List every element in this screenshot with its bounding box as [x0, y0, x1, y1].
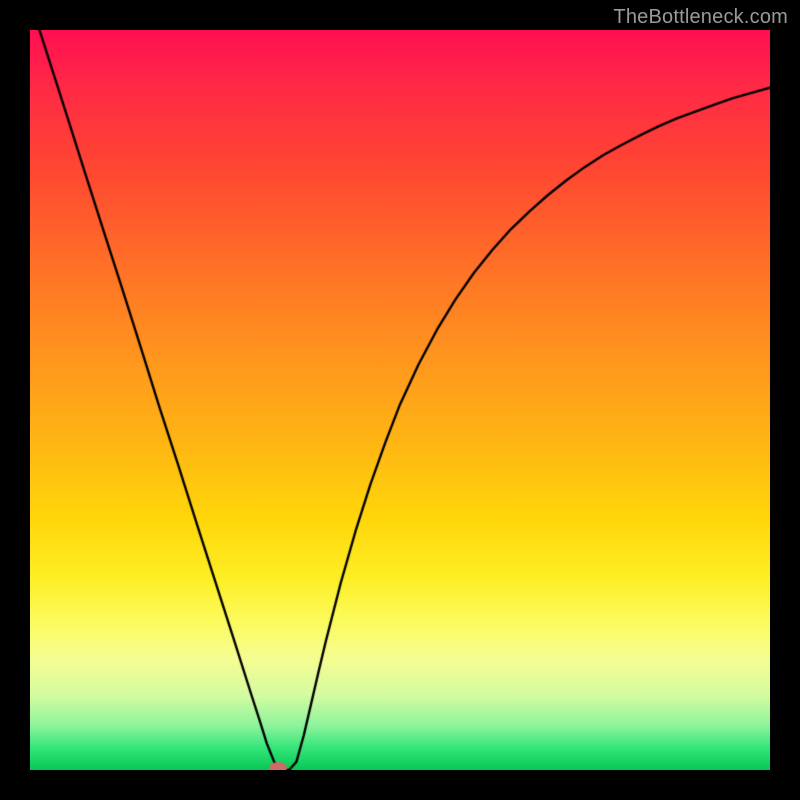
chart-container: TheBottleneck.com	[0, 0, 800, 800]
bottleneck-curve	[30, 30, 770, 770]
plot-area	[30, 30, 770, 770]
watermark-text: TheBottleneck.com	[613, 6, 788, 29]
